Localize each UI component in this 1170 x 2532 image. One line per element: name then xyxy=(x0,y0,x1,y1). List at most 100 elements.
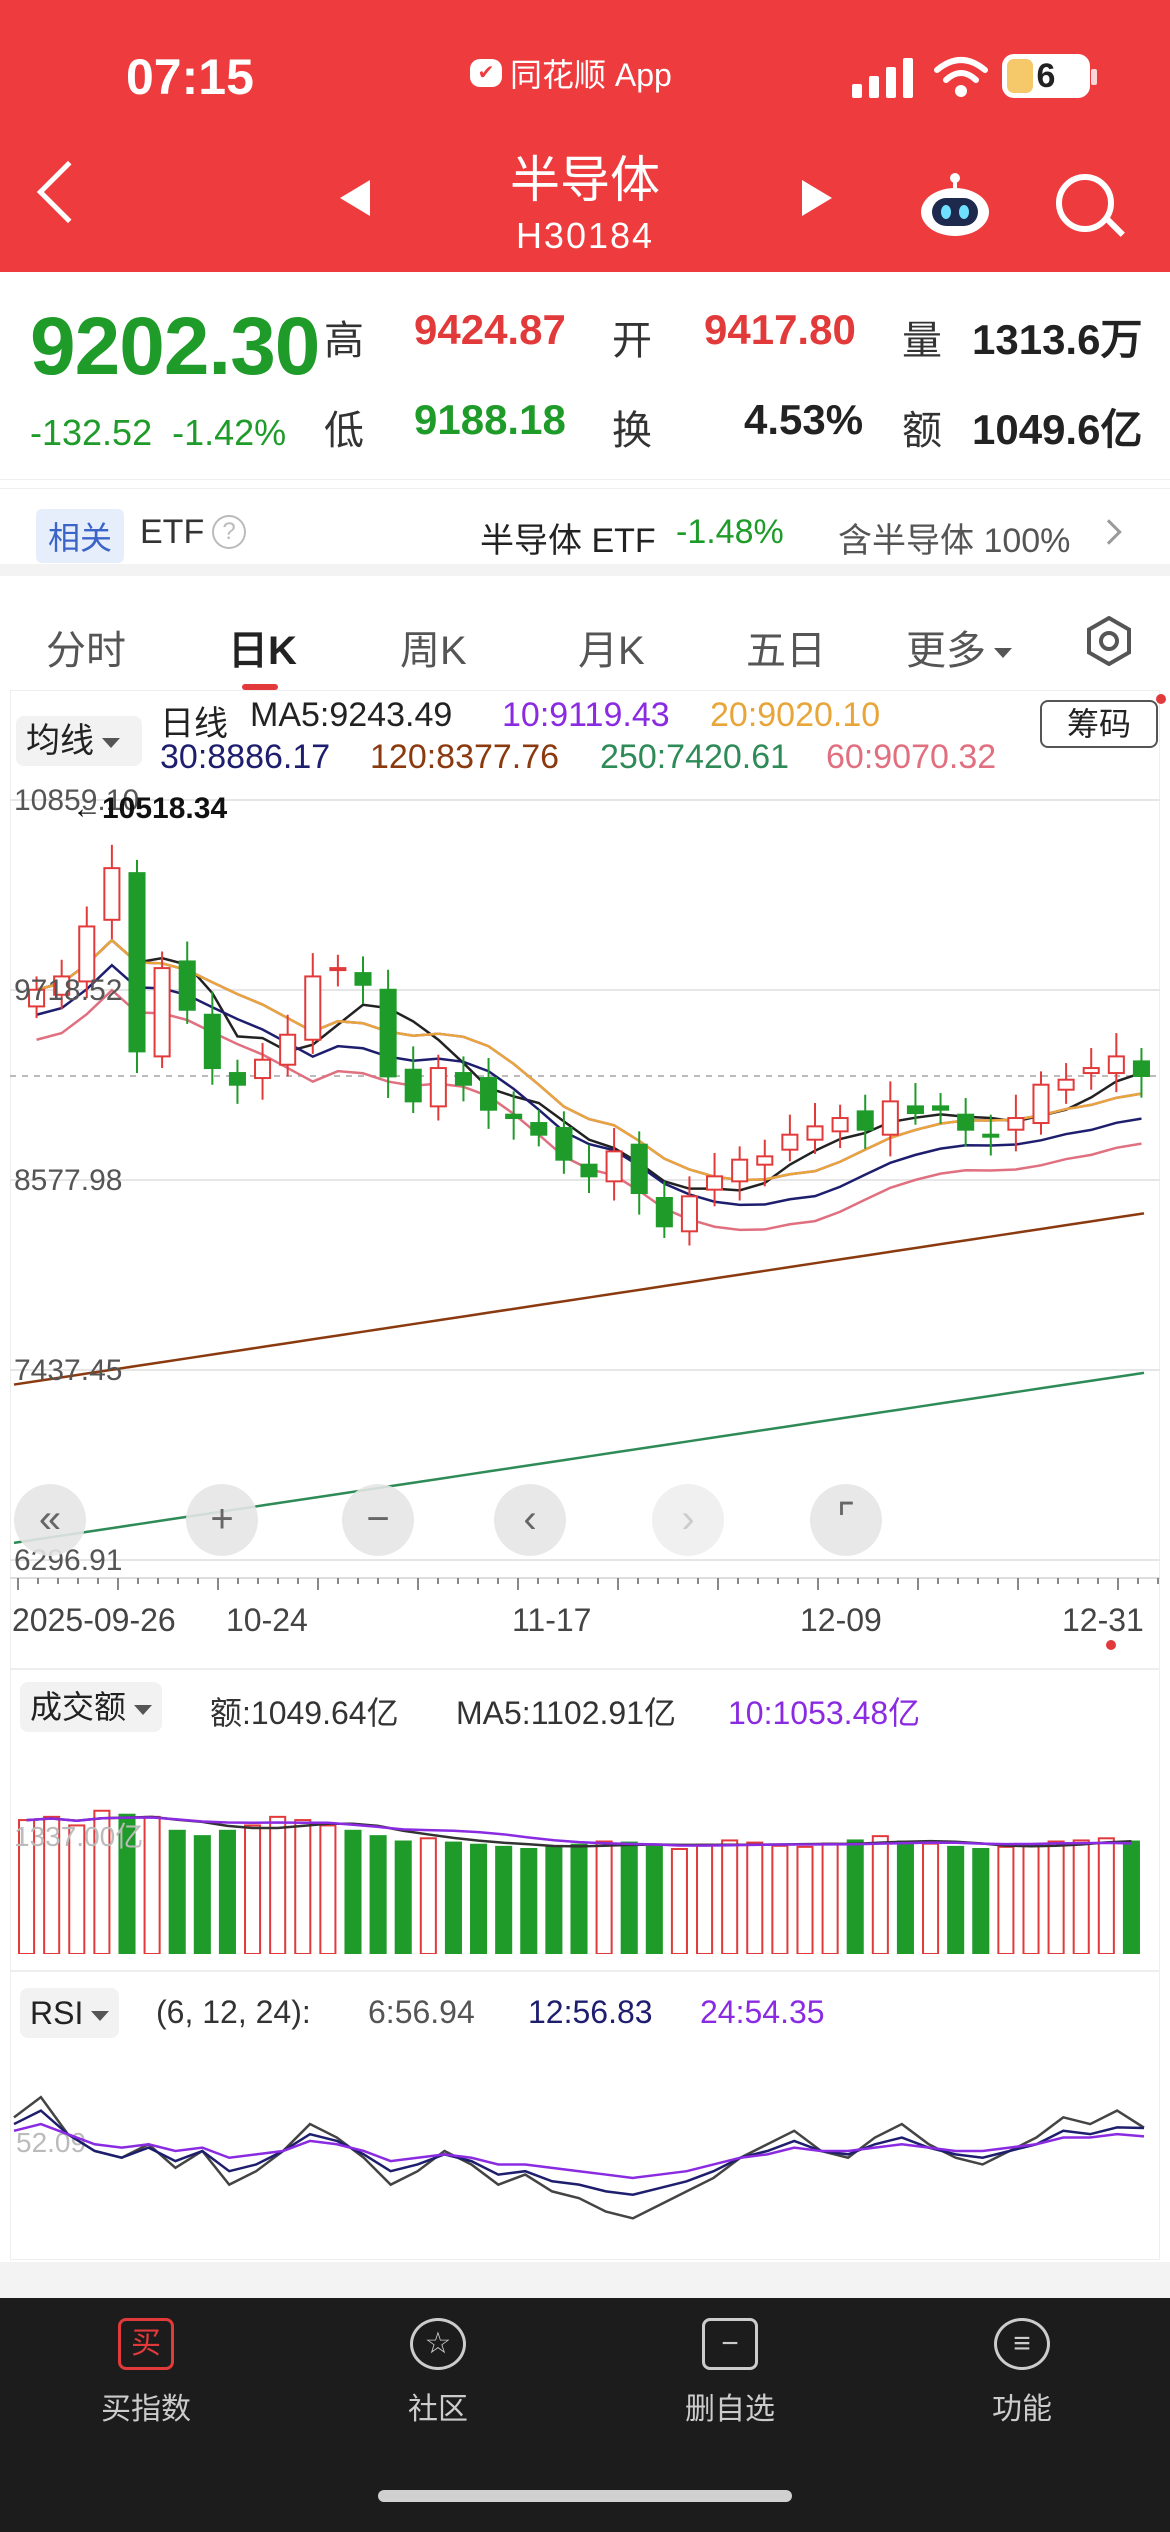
candle-body xyxy=(630,1143,648,1194)
open-value: 9417.80 xyxy=(704,306,856,353)
divider xyxy=(10,1970,1160,1972)
kline-chart[interactable]: 10859.109718.528577.987437.456296.91 ←10… xyxy=(10,780,1160,1590)
candle-body xyxy=(580,1163,598,1178)
tab-functions-label: 功能 xyxy=(992,2393,1052,2426)
y-axis-label: 7437.45 xyxy=(14,1354,122,1387)
candle-body xyxy=(254,1058,272,1080)
date-axis-ticks xyxy=(10,1577,1160,1590)
volume-selector[interactable]: 成交额 xyxy=(20,1682,163,1732)
rsi-chart[interactable]: 52.09 xyxy=(10,2040,1160,2262)
related-etf-row[interactable]: 相关 ETF ? 半导体 ETF -1.48% 含半导体 100% xyxy=(0,488,1170,576)
candle-body xyxy=(203,1013,221,1070)
candle-body xyxy=(454,1072,472,1086)
tab-remove-watchlist-label: 删自选 xyxy=(685,2393,775,2426)
candle-body xyxy=(1132,1060,1150,1078)
date-label-3: 11-17 xyxy=(512,1602,592,1638)
date-label-end: 12-31 xyxy=(1062,1602,1144,1638)
volume-y-label: 1337.00亿 xyxy=(14,1821,143,1852)
volume-chart[interactable]: 1337.00亿 xyxy=(10,1734,1160,1954)
volume-bar xyxy=(796,1845,814,1954)
change-percent: -1.42% xyxy=(172,412,287,453)
volume-bar xyxy=(896,1840,914,1954)
candle-body xyxy=(655,1196,673,1228)
caret-down-icon xyxy=(91,2010,110,2021)
volume-bar xyxy=(620,1841,638,1954)
volume-bar xyxy=(470,1843,488,1954)
notification-dot xyxy=(1156,694,1166,704)
ma250-legend: 250:7420.61 xyxy=(600,738,790,776)
ma-selector[interactable]: 均线 xyxy=(16,716,142,766)
prev-stock-icon[interactable] xyxy=(340,180,370,216)
volume-bar xyxy=(696,1843,714,1954)
candle-body xyxy=(1107,1055,1125,1075)
candle-body xyxy=(103,867,121,921)
scroll-left-button[interactable]: ‹ xyxy=(494,1484,566,1556)
scroll-right-button[interactable]: › xyxy=(652,1484,724,1556)
price-change: -132.52 -1.42% xyxy=(30,412,286,454)
volume-amount-legend: 额:1049.64亿 xyxy=(210,1695,399,1731)
volume-bar xyxy=(821,1842,839,1954)
zoom-in-button[interactable]: + xyxy=(186,1484,258,1556)
candle-body xyxy=(530,1122,548,1136)
candle-body xyxy=(329,967,347,972)
ma30-legend: 30:8886.17 xyxy=(160,738,331,776)
volume-bar xyxy=(1047,1840,1065,1954)
candle-body xyxy=(680,1195,698,1233)
tab-intraday[interactable]: 分时 xyxy=(46,618,126,676)
stock-code: H30184 xyxy=(515,215,655,256)
bottom-spacer xyxy=(0,2262,1170,2298)
tab-daily-k[interactable]: 日K xyxy=(228,618,297,676)
volume-bar xyxy=(394,1840,412,1954)
next-stock-icon[interactable] xyxy=(802,180,832,216)
candle-body xyxy=(932,1105,950,1111)
ma10-legend: 10:9119.43 xyxy=(502,696,670,734)
caret-down-icon xyxy=(102,738,120,749)
etf-change: -1.48% xyxy=(676,513,784,551)
candle-body xyxy=(706,1175,724,1191)
battery-icon: 6 xyxy=(1002,54,1097,98)
candle-body xyxy=(605,1150,623,1183)
fullscreen-button[interactable]: ⌜ xyxy=(810,1484,882,1556)
zoom-out-button[interactable]: − xyxy=(342,1484,414,1556)
volume-bar xyxy=(344,1829,362,1954)
volume-bar xyxy=(1022,1843,1040,1954)
candle-body xyxy=(379,988,397,1078)
ma120-legend: 120:8377.76 xyxy=(370,738,560,776)
candle-body xyxy=(906,1105,924,1115)
volume-bar xyxy=(369,1835,387,1954)
status-app-indicator: ✔ 同花顺 App xyxy=(470,50,672,96)
tab-monthly-k[interactable]: 月K xyxy=(578,618,645,676)
volume-bar xyxy=(520,1848,538,1954)
candle-body xyxy=(354,972,372,986)
volume-selector-label: 成交额 xyxy=(30,1689,127,1725)
chevron-right-icon xyxy=(1096,519,1122,545)
rsi-selector[interactable]: RSI xyxy=(20,1988,120,2038)
volume-value: 1313.6万 xyxy=(972,316,1143,363)
candle-body xyxy=(228,1072,246,1086)
tab-buy-index[interactable]: 买 买指数 xyxy=(46,2318,246,2428)
chips-button[interactable]: 筹码 xyxy=(1040,700,1158,748)
volume-bar xyxy=(168,1829,186,1954)
tab-community[interactable]: ☆ 社区 xyxy=(338,2318,538,2428)
candle-body xyxy=(404,1068,422,1103)
assistant-robot-icon[interactable] xyxy=(918,172,992,238)
search-icon[interactable] xyxy=(1056,174,1114,232)
tab-more-label: 更多 xyxy=(906,629,986,673)
tab-weekly-k[interactable]: 周K xyxy=(400,618,467,676)
current-price: 9202.30 xyxy=(30,301,320,392)
back-icon[interactable] xyxy=(36,160,100,224)
tab-five-day[interactable]: 五日 xyxy=(746,618,826,676)
collapse-left-button[interactable]: « xyxy=(14,1484,86,1556)
rsi-line xyxy=(13,2109,1145,2197)
volume-bar xyxy=(871,1835,889,1954)
tab-more[interactable]: 更多 xyxy=(906,618,1012,676)
settings-icon[interactable] xyxy=(1084,616,1134,666)
tab-remove-watchlist[interactable]: − 删自选 xyxy=(630,2318,830,2428)
candle-body xyxy=(153,967,171,1058)
volume-bar xyxy=(1122,1840,1140,1954)
candle-body xyxy=(304,975,322,1041)
y-axis-label: 9718.52 xyxy=(14,974,122,1007)
functions-icon: ≡ xyxy=(994,2318,1050,2370)
tab-functions[interactable]: ≡ 功能 xyxy=(922,2318,1122,2428)
help-icon[interactable]: ? xyxy=(212,515,246,549)
